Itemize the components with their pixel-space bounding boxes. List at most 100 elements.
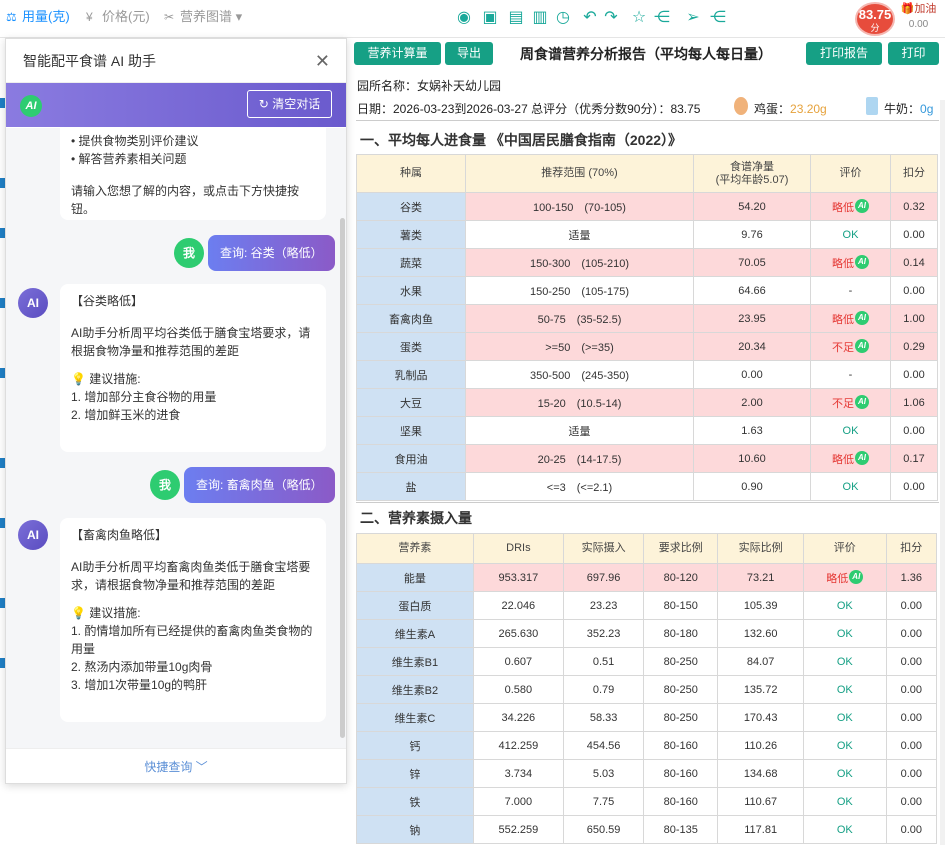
- query-bubble-meat: 查询: 畜禽肉鱼（略低）: [184, 467, 335, 503]
- send-icon[interactable]: ➢: [684, 9, 702, 27]
- eval-cell: OK: [810, 220, 891, 249]
- timer-icon[interactable]: ◷: [554, 9, 572, 27]
- quick-query-toggle[interactable]: 快捷查询 ﹀: [6, 748, 346, 783]
- col-header: 推荐范围 (70%): [465, 154, 694, 193]
- actual-cell: 352.23: [562, 619, 645, 648]
- eval-cell: OK: [803, 619, 887, 648]
- eval-text: OK: [842, 480, 859, 493]
- eval-cell[interactable]: 不足 AI: [810, 332, 891, 361]
- actual-cell: 454.56: [562, 731, 645, 760]
- deduct-cell: 0.00: [890, 220, 938, 249]
- print-button[interactable]: 打印: [888, 42, 939, 65]
- actual-cell: 58.33: [562, 703, 645, 732]
- boost-badge[interactable]: 🎁加油 0.00: [896, 2, 941, 36]
- range-cell: 350-500 (245-350): [465, 360, 694, 389]
- table-row: 薯类 适量 9.76 OK 0.00: [356, 220, 938, 249]
- eval-cell[interactable]: 略低 AI: [810, 444, 891, 473]
- eval-cell: OK: [803, 591, 887, 620]
- col-header: 食谱净量 (平均年龄5.07): [693, 154, 811, 193]
- ai-query-icon[interactable]: AI: [855, 394, 869, 409]
- tab-usage[interactable]: ⚖ 用量(克): [4, 6, 70, 28]
- user-avatar: 我: [150, 470, 180, 500]
- eval-text: 略低: [832, 201, 854, 214]
- nutrient-cell: 维生素B1: [356, 647, 474, 676]
- range-cell: 15-20 (10.5-14): [465, 388, 694, 417]
- col-header: 要求比例: [643, 533, 719, 564]
- nutrition-calc-button[interactable]: 营养计算量: [354, 42, 441, 65]
- gift-icon: 🎁: [900, 3, 915, 15]
- required-ratio-cell: 80-160: [643, 731, 719, 760]
- document-icon[interactable]: ▤: [507, 9, 525, 27]
- tab-price[interactable]: ¥ 价格(元): [84, 6, 150, 28]
- ai-logo-icon: AI: [20, 95, 42, 117]
- ai-query-icon[interactable]: AI: [855, 198, 869, 213]
- report-scrollbar[interactable]: [940, 100, 945, 845]
- chat-messages[interactable]: • 提供食物类别评价建议 • 解答营养素相关问题 请输入您想了解的内容，或点击下…: [6, 128, 346, 748]
- col-header: 营养素: [356, 533, 474, 564]
- export-button[interactable]: 导出: [445, 42, 493, 65]
- close-icon[interactable]: ✕: [315, 39, 330, 83]
- eval-cell[interactable]: 略低 AI: [810, 248, 891, 277]
- network-icon[interactable]: ⋲: [709, 9, 727, 27]
- deduct-cell: 0.00: [885, 647, 938, 676]
- category-cell: 薯类: [356, 220, 466, 249]
- dri-cell: 22.046: [472, 591, 564, 620]
- dri-cell: 552.259: [472, 815, 564, 844]
- eval-text: 略低: [826, 572, 849, 585]
- range-cell: 150-300 (105-210): [465, 248, 694, 277]
- ai-query-icon[interactable]: AI: [855, 310, 869, 325]
- eval-cell[interactable]: 略低 AI: [803, 563, 887, 592]
- deduct-cell: 0.00: [890, 472, 938, 501]
- redo-icon[interactable]: ↷: [602, 9, 620, 27]
- required-ratio-cell: 80-160: [643, 787, 719, 816]
- table-row: 钙 412.259 454.56 80-160 110.26 OK 0.00: [356, 731, 938, 760]
- net-amount-cell: 9.76: [693, 220, 811, 249]
- required-ratio-cell: 80-250: [643, 703, 719, 732]
- eval-cell[interactable]: 略低 AI: [810, 304, 891, 333]
- egg-intake: 鸡蛋：23.20g: [754, 102, 827, 116]
- table-row: 能量 953.317 697.96 80-120 73.21 略低 AI 1.36: [356, 563, 938, 592]
- actual-cell: 0.51: [562, 647, 645, 676]
- actual-ratio-cell: 84.07: [717, 647, 805, 676]
- col-header: 种属: [356, 154, 466, 193]
- eval-cell: OK: [803, 759, 887, 788]
- actual-ratio-cell: 73.21: [717, 563, 805, 592]
- eval-cell: OK: [810, 416, 891, 445]
- ai-query-icon[interactable]: AI: [855, 338, 869, 353]
- tab-nutrition-map[interactable]: ✂ 营养图谱 ▾: [162, 6, 242, 28]
- save-icon[interactable]: ▣: [481, 9, 499, 27]
- table-row: 坚果 适量 1.63 OK 0.00: [356, 416, 938, 445]
- category-cell: 大豆: [356, 388, 466, 417]
- print-report-button[interactable]: 打印报告: [806, 42, 882, 65]
- chat-scrollbar[interactable]: [340, 218, 345, 738]
- dri-cell: 7.000: [472, 787, 564, 816]
- net-amount-cell: 10.60: [693, 444, 811, 473]
- net-amount-cell: 0.00: [693, 360, 811, 389]
- deduct-cell: 0.00: [885, 591, 938, 620]
- table-row: 铁 7.000 7.75 80-160 110.67 OK 0.00: [356, 787, 938, 816]
- copy-icon[interactable]: ▥: [531, 9, 549, 27]
- ai-query-icon[interactable]: AI: [849, 569, 864, 584]
- section1-title: 一、平均每人进食量 《中国居民膳食指南（2022）》: [360, 132, 683, 148]
- undo-icon[interactable]: ↶: [581, 9, 599, 27]
- range-cell: 20-25 (14-17.5): [465, 444, 694, 473]
- eval-cell: OK: [803, 647, 887, 676]
- ai-query-icon[interactable]: AI: [855, 254, 869, 269]
- ai-query-icon[interactable]: AI: [855, 450, 869, 465]
- eval-cell[interactable]: 不足 AI: [810, 388, 891, 417]
- eval-cell[interactable]: 略低 AI: [810, 192, 891, 221]
- ai-reply-grains: 【谷类略低】 AI助手分析周平均谷类低于膳食宝塔要求，请根据食物净量和推荐范围的…: [60, 284, 326, 452]
- col-header: 评价: [810, 154, 891, 193]
- net-amount-cell: 0.90: [693, 472, 811, 501]
- deduct-cell: 0.17: [890, 444, 938, 473]
- net-amount-cell: 54.20: [693, 192, 811, 221]
- clear-chat-button[interactable]: ↻ 清空对话: [247, 90, 332, 118]
- eval-text: 不足: [832, 397, 854, 410]
- deduct-cell: 0.00: [890, 360, 938, 389]
- share-icon[interactable]: ⋲: [653, 9, 671, 27]
- chat-title: 智能配平食谱 AI 助手: [23, 53, 157, 69]
- table-row: 盐 <=3 (<=2.1) 0.90 OK 0.00: [356, 472, 938, 501]
- palette-icon[interactable]: ◉: [455, 9, 473, 27]
- eval-cell: OK: [803, 703, 887, 732]
- star-icon[interactable]: ☆: [630, 9, 648, 27]
